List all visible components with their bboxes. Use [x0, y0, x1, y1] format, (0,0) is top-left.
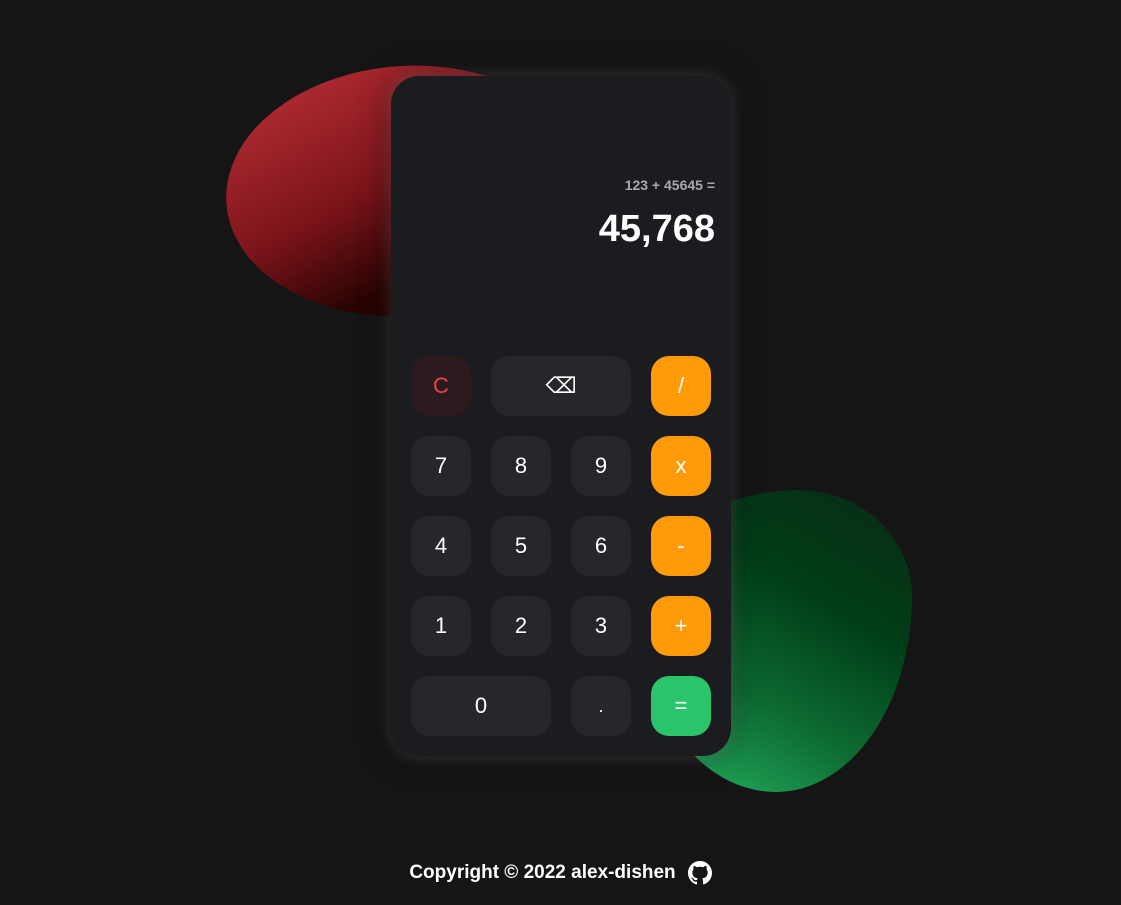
multiply-button[interactable]: x: [651, 436, 711, 496]
add-button[interactable]: +: [651, 596, 711, 656]
page: 123 + 45645 = 45,768 C ⌫ / 7 8 9 x 4 5 6…: [0, 0, 1121, 905]
result-text: 45,768: [598, 208, 715, 250]
digit-3-button[interactable]: 3: [571, 596, 631, 656]
github-icon[interactable]: [687, 861, 712, 885]
equals-button[interactable]: =: [651, 676, 711, 736]
subtract-button[interactable]: -: [651, 516, 711, 576]
digit-1-button[interactable]: 1: [411, 596, 471, 656]
decimal-button[interactable]: .: [571, 676, 631, 736]
digit-5-button[interactable]: 5: [491, 516, 551, 576]
footer: Copyright © 2022 alex-dishen: [0, 861, 1121, 885]
digit-0-button[interactable]: 0: [411, 676, 551, 736]
digit-9-button[interactable]: 9: [571, 436, 631, 496]
copyright-text: Copyright © 2022 alex-dishen: [409, 862, 676, 883]
clear-button[interactable]: C: [411, 356, 471, 416]
digit-6-button[interactable]: 6: [571, 516, 631, 576]
digit-8-button[interactable]: 8: [491, 436, 551, 496]
calculator-display: 123 + 45645 = 45,768: [411, 76, 715, 346]
digit-4-button[interactable]: 4: [411, 516, 471, 576]
digit-7-button[interactable]: 7: [411, 436, 471, 496]
calculator: 123 + 45645 = 45,768 C ⌫ / 7 8 9 x 4 5 6…: [391, 76, 731, 756]
expression-text: 123 + 45645 =: [624, 177, 715, 193]
backspace-icon: ⌫: [545, 373, 577, 398]
backspace-button[interactable]: ⌫: [491, 356, 631, 416]
divide-button[interactable]: /: [651, 356, 711, 416]
digit-2-button[interactable]: 2: [491, 596, 551, 656]
